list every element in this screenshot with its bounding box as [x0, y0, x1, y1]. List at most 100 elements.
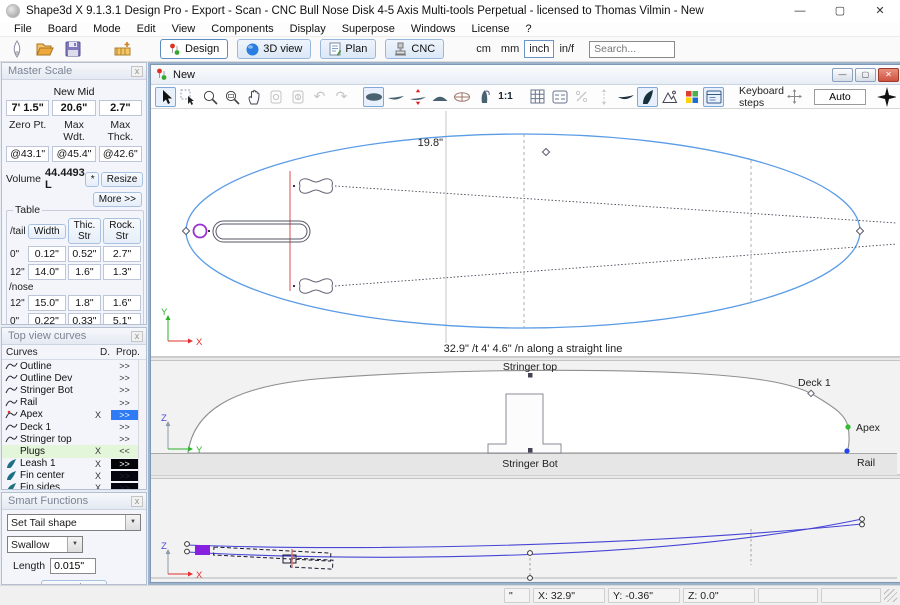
apex-point[interactable]	[845, 424, 850, 429]
mid-bottom-point[interactable]	[528, 551, 533, 556]
zero-pt-value[interactable]: @43.1"	[6, 146, 49, 162]
menu-mode[interactable]: Mode	[85, 23, 129, 35]
stringer-top-point[interactable]	[528, 373, 533, 378]
width-value[interactable]: 20.6"	[52, 100, 95, 116]
tail-deck-point[interactable]	[185, 542, 190, 547]
thickness-view-icon[interactable]	[407, 87, 428, 107]
menu-display[interactable]: Display	[282, 23, 334, 35]
undo-icon[interactable]: ↶	[309, 87, 330, 107]
minimize-icon[interactable]: —	[780, 0, 820, 22]
document-title-bar[interactable]: New — ▢ ✕	[151, 65, 900, 85]
compass-icon[interactable]	[876, 87, 897, 107]
curve-row-stringer-top[interactable]: Stringer top >>	[2, 433, 146, 445]
menu-license[interactable]: License	[464, 23, 518, 35]
table-cell[interactable]: 1.6"	[68, 264, 102, 280]
table-cell[interactable]: 0.22"	[28, 313, 66, 325]
resize-button[interactable]: Resize	[101, 172, 144, 187]
unit-inf[interactable]: in/f	[554, 43, 579, 55]
nose-control-point[interactable]	[856, 227, 863, 234]
curves-scrollbar[interactable]	[138, 360, 146, 490]
guidelines-icon[interactable]	[549, 87, 570, 107]
resize-tool-icon[interactable]	[112, 39, 134, 59]
table-cell[interactable]: 1.6"	[103, 295, 141, 311]
volume-star-button[interactable]: *	[85, 172, 99, 187]
table-cell[interactable]: 2.7"	[103, 246, 141, 262]
table-cell[interactable]: 0.33"	[68, 313, 102, 325]
close-icon[interactable]: ✕	[860, 0, 900, 22]
curve-row-outline[interactable]: Outline >>	[2, 360, 146, 372]
table-cell[interactable]: 1.8"	[68, 295, 102, 311]
outline-view-icon[interactable]	[363, 87, 384, 107]
deck-view-icon[interactable]	[429, 87, 450, 107]
zoom-window-tool-icon[interactable]	[221, 87, 242, 107]
curve-row-rail[interactable]: Rail >>	[2, 397, 146, 409]
length-value[interactable]: 7' 1.5"	[6, 100, 49, 116]
tail-control-point[interactable]	[182, 227, 189, 234]
curve-row-fin-center[interactable]: Fin center X >>	[2, 470, 146, 482]
leash-plug-marker[interactable]	[194, 225, 207, 238]
copy-slice-back-icon[interactable]	[265, 87, 286, 107]
side-fin-plug-bottom[interactable]	[293, 279, 332, 293]
table-cell[interactable]: 1.3"	[103, 264, 141, 280]
width-col-button[interactable]: Width	[28, 224, 66, 239]
properties-panel-icon[interactable]	[703, 87, 724, 107]
colors-icon[interactable]	[681, 87, 702, 107]
table-cell[interactable]: 0.12"	[28, 246, 66, 262]
background-image-icon[interactable]	[659, 87, 680, 107]
table-cell[interactable]: 14.0"	[28, 264, 66, 280]
stringer-bot-point[interactable]	[528, 448, 533, 453]
thic-str-col-button[interactable]: Thic. Str	[68, 218, 102, 244]
bottom-profile-curve[interactable]	[187, 519, 862, 557]
plan-button[interactable]: Plan	[320, 39, 376, 59]
menu-edit[interactable]: Edit	[129, 23, 164, 35]
redo-icon[interactable]: ↷	[331, 87, 352, 107]
tail-bottom-point[interactable]	[185, 549, 190, 554]
board-outline-curve[interactable]	[186, 134, 860, 328]
curves-panel-header[interactable]: Top view curves x	[2, 328, 146, 345]
table-cell[interactable]: 0.52"	[68, 246, 102, 262]
more-button[interactable]: More >>	[93, 192, 142, 207]
master-scale-header[interactable]: Master Scale x	[2, 63, 146, 80]
close-icon[interactable]: x	[131, 331, 143, 342]
doc-restore-icon[interactable]: ▢	[855, 68, 876, 82]
menu-superpose[interactable]: Superpose	[334, 23, 403, 35]
select-rect-tool-icon[interactable]	[177, 87, 198, 107]
unit-mm[interactable]: mm	[496, 43, 524, 55]
menu-board[interactable]: Board	[40, 23, 85, 35]
open-file-icon[interactable]	[34, 39, 56, 59]
menu-view[interactable]: View	[164, 23, 204, 35]
cnc-button[interactable]: CNC	[385, 39, 444, 59]
slice-view-canvas[interactable]: Stringer top Deck 1 Apex Rail Stringer B…	[151, 361, 900, 475]
chevron-down-icon[interactable]: ▼	[67, 537, 82, 552]
curve-row-deck-1[interactable]: Deck 1 >>	[2, 421, 146, 433]
menu-components[interactable]: Components	[203, 23, 281, 35]
doc-minimize-icon[interactable]: —	[832, 68, 853, 82]
curve-row-plugs[interactable]: Plugs X <<	[2, 445, 146, 457]
tail-shape-select[interactable]: Swallow ▼	[7, 536, 83, 553]
unit-cm[interactable]: cm	[471, 43, 496, 55]
perspective-view-icon[interactable]	[473, 87, 494, 107]
table-cell[interactable]: 5.1"	[103, 313, 141, 325]
menu-help[interactable]: ?	[517, 23, 539, 35]
threed-view-button[interactable]: 3D view	[237, 39, 311, 59]
unit-inch[interactable]: inch	[524, 40, 554, 58]
thickness-value[interactable]: 2.7"	[99, 100, 142, 116]
top-view-canvas[interactable]: 19.8" 32.9" /t 4' 4.6" /n along a straig…	[151, 109, 900, 357]
rocker-view-icon[interactable]	[385, 87, 406, 107]
chevron-down-icon[interactable]: ▼	[125, 515, 140, 530]
grid-icon[interactable]	[527, 87, 548, 107]
profile-view-canvas[interactable]: Z X	[151, 479, 900, 581]
center-measure-icon[interactable]	[593, 87, 614, 107]
pointer-tool-icon[interactable]	[155, 87, 176, 107]
table-cell[interactable]: 15.0"	[28, 295, 66, 311]
center-fin-box[interactable]	[208, 221, 310, 242]
menu-windows[interactable]: Windows	[403, 23, 464, 35]
curve-row-apex[interactable]: Apex X >>	[2, 409, 146, 421]
resize-grip[interactable]	[884, 589, 897, 602]
measure-icon[interactable]	[571, 87, 592, 107]
rail-point[interactable]	[844, 448, 849, 453]
new-board-icon[interactable]	[6, 39, 28, 59]
function-select[interactable]: Set Tail shape ▼	[7, 514, 141, 531]
zoom-tool-icon[interactable]	[199, 87, 220, 107]
copy-slice-forward-icon[interactable]	[287, 87, 308, 107]
